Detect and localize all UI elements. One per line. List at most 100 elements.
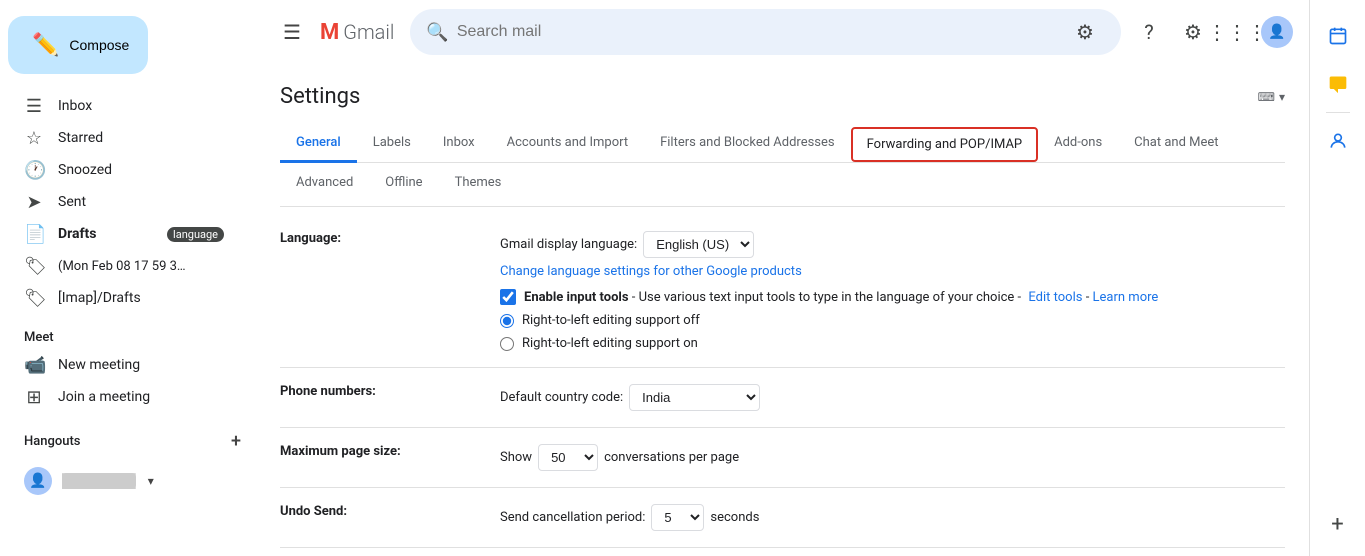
avatar[interactable]: 👤 — [1261, 16, 1293, 48]
gmail-logo: M Gmail — [320, 20, 394, 45]
learn-more-link-language[interactable]: Learn more — [1093, 290, 1159, 305]
undo-send-select[interactable]: 5 10 20 30 — [651, 504, 704, 531]
undo-send-row: Undo Send: Send cancellation period: 5 1… — [280, 488, 1285, 548]
apps-button[interactable]: ⋮⋮⋮ — [1217, 12, 1257, 52]
tab-addons[interactable]: Add-ons — [1038, 125, 1118, 163]
hamburger-button[interactable]: ☰ — [272, 12, 312, 52]
language-label: Language: — [280, 215, 500, 368]
tab-labels[interactable]: Labels — [357, 125, 427, 163]
hangout-user-item[interactable]: 👤 ████████ ▾ — [0, 461, 256, 501]
undo-send-inline: Send cancellation period: 5 10 20 30 sec… — [500, 504, 1285, 531]
filter-icon: ⚙ — [1076, 20, 1094, 44]
rtl-off-radio[interactable] — [500, 314, 514, 328]
enable-input-tools-label: Enable input tools - Use various text in… — [524, 290, 1158, 305]
search-filter-button[interactable]: ⚙ — [1065, 12, 1105, 52]
main-area: ☰ M Gmail 🔍 ⚙ ? ⚙ ⋮⋮⋮ 👤 — [256, 0, 1309, 556]
language-select[interactable]: English (US) English (UK) Español — [643, 231, 754, 258]
tab-filters[interactable]: Filters and Blocked Addresses — [644, 125, 851, 163]
edit-tools-link[interactable]: Edit tools — [1028, 290, 1082, 305]
rtl-off-label: Right-to-left editing support off — [522, 313, 700, 328]
conversations-per-page-label: conversations per page — [604, 450, 739, 465]
drafts-badge: language — [167, 227, 224, 242]
sidebar-item-inbox[interactable]: ☰ Inbox — [0, 90, 240, 122]
subtab-themes[interactable]: Themes — [439, 167, 518, 198]
sidebar-item-sent[interactable]: ➤ Sent — [0, 186, 240, 218]
phone-content: Default country code: India United State… — [500, 368, 1285, 428]
show-label: Show — [500, 450, 532, 465]
display-language-row: Gmail display language: English (US) Eng… — [500, 231, 1285, 258]
gmail-label: Gmail — [343, 20, 394, 44]
compose-button[interactable]: ✏️ Compose — [8, 16, 148, 74]
settings-table: Language: Gmail display language: Englis… — [280, 215, 1285, 556]
subtab-advanced[interactable]: Advanced — [280, 167, 369, 198]
keyboard-shortcut-label[interactable]: ⌨ ▾ — [1258, 90, 1285, 104]
right-strip: + — [1309, 0, 1365, 556]
add-strip-button[interactable]: + — [1318, 504, 1358, 544]
tab-general[interactable]: General — [280, 125, 357, 163]
reply-behavior-row: Default reply behavior: Learn more Reply… — [280, 548, 1285, 556]
rtl-off-row: Right-to-left editing support off — [500, 313, 1285, 328]
sidebar-item-starred[interactable]: ☆ Starred — [0, 122, 240, 154]
default-country-label: Default country code: — [500, 390, 623, 405]
page-size-content: Show 10 15 20 25 50 100 conversations pe… — [500, 428, 1285, 488]
sidebar-item-label: Drafts — [58, 226, 96, 242]
sidebar-item-label: Starred — [58, 130, 103, 146]
sidebar-item-drafts[interactable]: 📄 Drafts language — [0, 218, 240, 250]
hangouts-section-label: Hangouts + — [0, 421, 256, 461]
sidebar-item-label1[interactable]: 🏷 (Mon Feb 08 17 59 3… — [0, 250, 240, 282]
chat-strip-icon[interactable] — [1318, 64, 1358, 104]
language-content: Gmail display language: English (US) Eng… — [500, 215, 1285, 368]
reply-behavior-label: Default reply behavior: Learn more — [280, 548, 500, 556]
phone-row: Phone numbers: Default country code: Ind… — [280, 368, 1285, 428]
tab-accounts[interactable]: Accounts and Import — [491, 125, 644, 163]
tab-chat[interactable]: Chat and Meet — [1118, 125, 1234, 163]
star-icon: ☆ — [24, 128, 44, 149]
sidebar-item-label: Inbox — [58, 98, 92, 114]
rtl-on-radio[interactable] — [500, 337, 514, 351]
undo-send-label: Undo Send: — [280, 488, 500, 548]
label-icon2: 🏷 — [24, 288, 44, 309]
sidebar-item-label: Snoozed — [58, 162, 112, 178]
meet-section-label: Meet — [0, 314, 256, 349]
settings-container: Settings ⌨ ▾ General Labels Inbox Accoun… — [256, 64, 1309, 556]
subtab-offline[interactable]: Offline — [369, 167, 438, 198]
tab-forwarding[interactable]: Forwarding and POP/IMAP — [851, 127, 1039, 162]
label-icon: 🏷 — [24, 256, 44, 277]
page-size-select[interactable]: 10 15 20 25 50 100 — [538, 444, 598, 471]
search-icon: 🔍 — [426, 22, 448, 43]
keyboard-icon: ⌨ — [1258, 90, 1275, 104]
change-language-link[interactable]: Change language settings for other Googl… — [500, 264, 802, 279]
sidebar-item-new-meeting[interactable]: 📹 New meeting — [0, 349, 256, 381]
apps-icon: ⋮⋮⋮ — [1207, 20, 1267, 44]
calendar-strip-icon[interactable] — [1318, 16, 1358, 56]
enable-input-tools-checkbox[interactable] — [500, 289, 516, 305]
settings-tabs: General Labels Inbox Accounts and Import… — [280, 125, 1285, 163]
tab-inbox[interactable]: Inbox — [427, 125, 491, 163]
country-code-select[interactable]: India United States United Kingdom — [629, 384, 760, 411]
avatar: 👤 — [24, 467, 52, 495]
sidebar-item-join-meeting[interactable]: ⊞ Join a meeting — [0, 381, 256, 413]
contacts-strip-icon[interactable] — [1318, 121, 1358, 161]
page-size-inline: Show 10 15 20 25 50 100 conversations pe… — [500, 444, 1285, 471]
search-bar: 🔍 ⚙ — [410, 9, 1121, 55]
compose-icon: ✏️ — [32, 32, 59, 58]
sidebar-item-imap-drafts[interactable]: 🏷 [Imap]/Drafts — [0, 282, 240, 314]
display-language-label: Gmail display language: — [500, 237, 637, 252]
drafts-icon: 📄 — [24, 224, 44, 245]
sidebar: ✏️ Compose ☰ Inbox ☆ Starred 🕐 Snoozed ➤… — [0, 0, 256, 556]
search-input[interactable] — [457, 23, 1057, 41]
hangouts-add-button[interactable]: + — [224, 429, 248, 453]
rtl-on-row: Right-to-left editing support on — [500, 336, 1285, 351]
sidebar-item-label: (Mon Feb 08 17 59 3… — [58, 259, 186, 274]
sidebar-item-label: New meeting — [58, 357, 140, 373]
help-icon: ? — [1144, 20, 1153, 44]
settings-title: Settings ⌨ ▾ — [280, 84, 1285, 109]
sidebar-item-snoozed[interactable]: 🕐 Snoozed — [0, 154, 240, 186]
sidebar-item-label: Join a meeting — [58, 389, 150, 405]
language-row: Language: Gmail display language: Englis… — [280, 215, 1285, 368]
hangout-username: ████████ — [62, 473, 136, 489]
hamburger-icon: ☰ — [283, 20, 301, 44]
inbox-icon: ☰ — [24, 96, 44, 117]
help-button[interactable]: ? — [1129, 12, 1169, 52]
phone-label: Phone numbers: — [280, 368, 500, 428]
